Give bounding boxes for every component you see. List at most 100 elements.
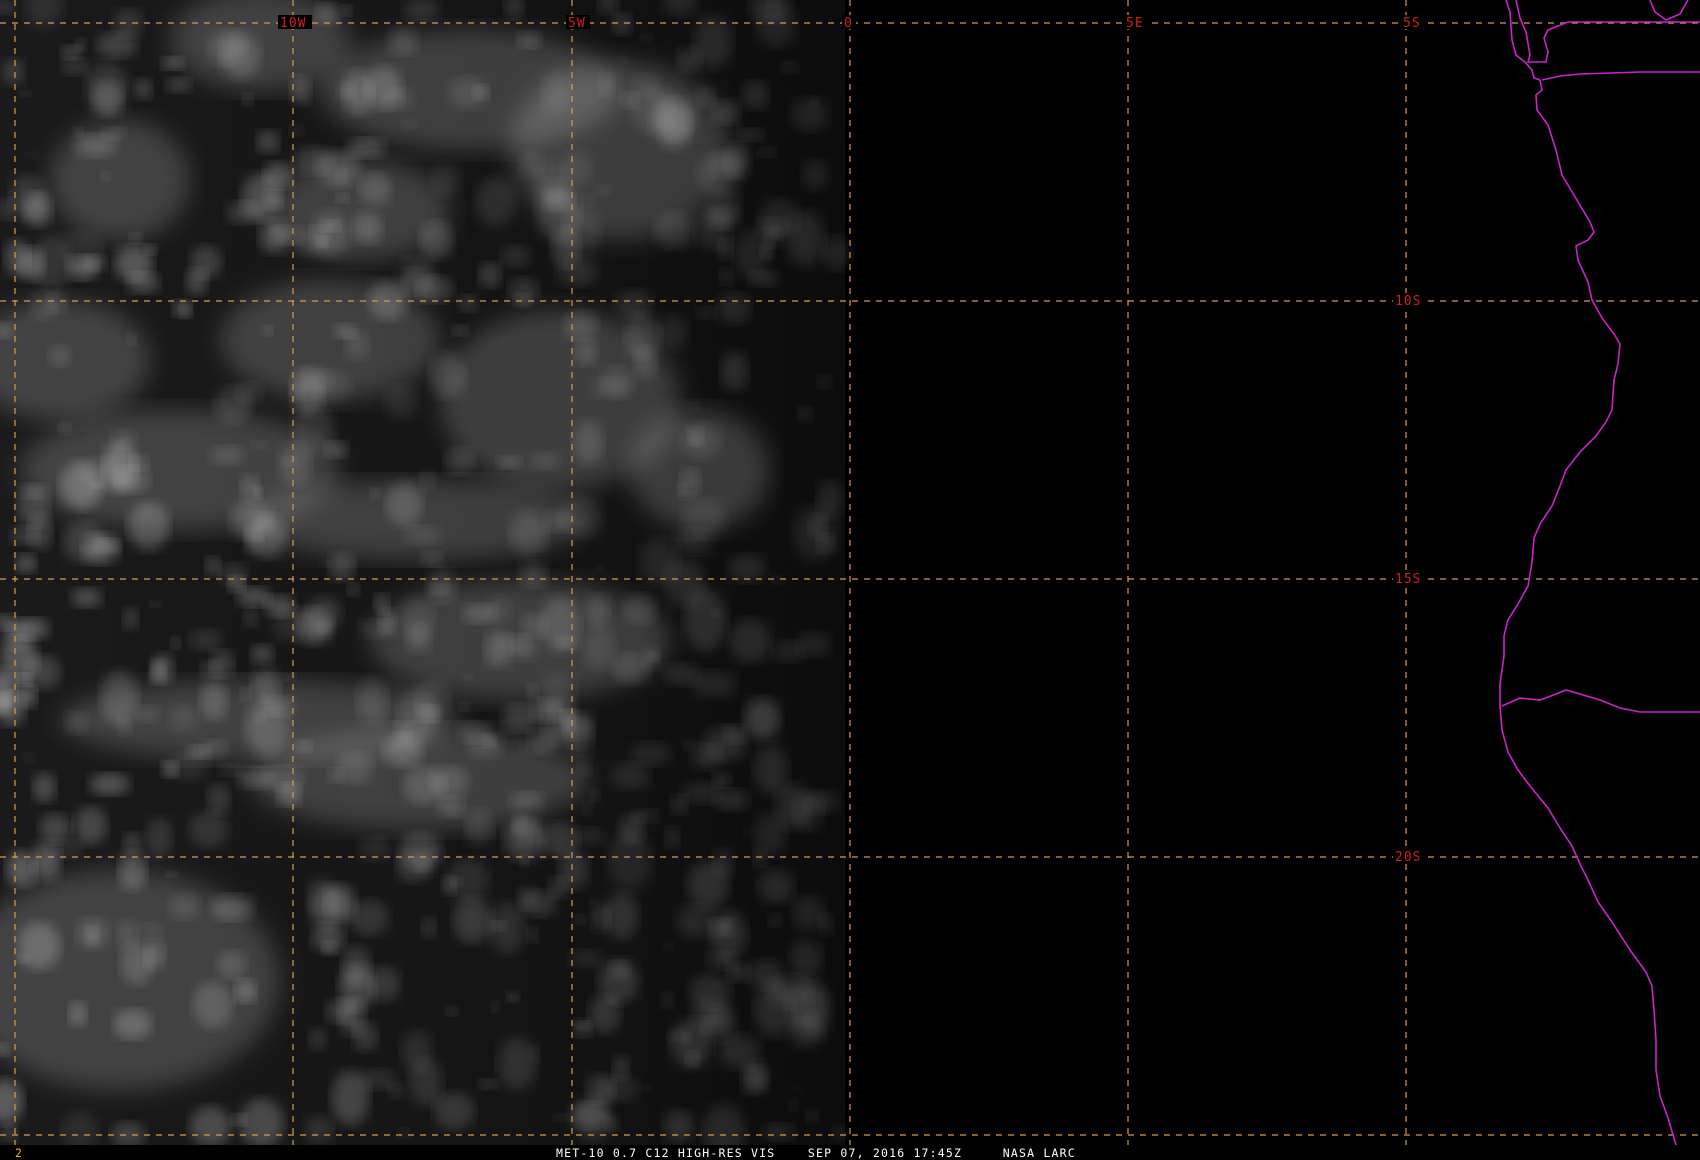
cloud-patch xyxy=(529,452,561,470)
cloud-patch xyxy=(421,551,444,567)
cloud-patch xyxy=(507,994,520,1001)
cloud-patch xyxy=(459,702,471,711)
cloud-patch xyxy=(284,673,296,681)
cloud-patch xyxy=(615,290,652,319)
cloud-patch xyxy=(791,98,829,131)
cloud-patch xyxy=(604,1116,620,1132)
cloud-patch xyxy=(712,99,740,125)
cloud-patch xyxy=(640,34,653,43)
cloud-patch xyxy=(73,127,83,137)
cloud-patch xyxy=(100,670,138,726)
cloud-patch xyxy=(451,324,469,336)
cloud-patch xyxy=(409,1059,443,1107)
cloud-patch xyxy=(742,81,769,109)
cloud-patch xyxy=(78,457,122,493)
cloud-patch xyxy=(190,245,222,279)
cloud-patch xyxy=(452,897,492,944)
cloud-patch xyxy=(122,607,139,630)
cloud-patch xyxy=(370,487,381,499)
cloud-patch xyxy=(19,685,37,708)
cloud-patch xyxy=(696,86,716,108)
cloud-patch xyxy=(806,791,839,813)
cloud-patch xyxy=(585,594,610,628)
cloud-patch xyxy=(289,384,306,402)
cloud-patch xyxy=(583,625,615,670)
cloud-patch xyxy=(251,668,280,701)
cloud-patch xyxy=(126,272,160,294)
cloud-patch xyxy=(199,680,228,720)
cloud-patch xyxy=(561,150,593,186)
cloud-patch xyxy=(144,940,165,971)
cloud-patch xyxy=(264,325,274,337)
cloud-patch xyxy=(343,70,373,115)
cloud-patch xyxy=(277,783,301,806)
cloud-patch xyxy=(48,345,71,367)
cloud-patch xyxy=(419,221,453,259)
cloud-patch xyxy=(540,673,576,720)
cloud-patch xyxy=(744,697,781,741)
cloud-patch xyxy=(689,436,706,448)
cloud-patch xyxy=(528,729,559,755)
cloud-patch xyxy=(430,765,469,797)
cloud-patch xyxy=(612,1055,630,1080)
cloud-patch xyxy=(582,802,593,815)
cloud-patch xyxy=(677,482,687,496)
cloud-patch xyxy=(356,679,388,725)
cloud-patch xyxy=(419,469,435,491)
cloud-patch xyxy=(230,502,272,539)
cloud-patch xyxy=(384,385,418,419)
cloud-patch xyxy=(63,521,105,563)
cloud-patch xyxy=(613,653,649,685)
cloud-patch xyxy=(359,1069,398,1090)
cloud-patch xyxy=(728,554,766,582)
cloud-patch xyxy=(465,809,494,846)
cloud-patch xyxy=(61,45,82,60)
cloud-patch xyxy=(193,981,233,1029)
longitude-label-10w: 10W xyxy=(280,16,306,31)
cloud-patch xyxy=(631,809,658,823)
cloud-patch xyxy=(607,831,652,891)
cloud-patch xyxy=(337,752,373,785)
cloud-patch xyxy=(118,719,132,736)
cloud-patch xyxy=(595,565,605,571)
cloud-patch xyxy=(517,31,541,49)
cloud-patch xyxy=(161,57,184,70)
cloud-patch xyxy=(798,407,813,422)
cloud-patch xyxy=(329,552,355,581)
cloud-patch xyxy=(806,1109,819,1123)
cloud-patch xyxy=(190,1106,232,1147)
cloud-patch xyxy=(497,455,523,469)
cloud-patch xyxy=(689,402,701,411)
image-caption: MET-10 0.7 C12 HIGH-RES VIS SEP 07, 2016… xyxy=(556,1146,1076,1160)
cloud-patch xyxy=(89,773,130,795)
cloud-patch xyxy=(663,941,674,949)
cloud-patch xyxy=(310,885,347,929)
cloud-patch xyxy=(111,1122,146,1148)
cloud-patch xyxy=(720,351,748,391)
cloud-patch xyxy=(612,13,632,35)
cloud-patch xyxy=(519,561,548,588)
cloud-patch xyxy=(475,177,516,227)
cloud-patch xyxy=(464,674,473,681)
cloud-patch xyxy=(738,128,764,142)
cloud-patch xyxy=(498,1037,537,1090)
cloud-patch xyxy=(68,1002,87,1027)
cloud-patch xyxy=(333,323,357,339)
cloud-patch xyxy=(421,917,437,939)
cloud-patch xyxy=(384,88,414,110)
cloud-patch xyxy=(352,211,383,244)
cloud-patch xyxy=(271,606,309,642)
cloud-patch xyxy=(661,992,674,1009)
cloud-patch xyxy=(753,848,767,867)
cloud-patch xyxy=(665,827,680,848)
cloud-patch xyxy=(575,827,605,846)
cloud-patch xyxy=(169,893,200,920)
cloud-patch xyxy=(569,950,602,967)
cloud-patch xyxy=(710,149,746,178)
cloud-patch xyxy=(33,772,56,803)
cloud-patch xyxy=(590,898,599,905)
cloud-patch xyxy=(510,510,548,557)
latitude-label-5s: 5S xyxy=(1403,16,1421,31)
cloud-patch xyxy=(136,706,160,723)
cloud-patch xyxy=(437,796,465,818)
